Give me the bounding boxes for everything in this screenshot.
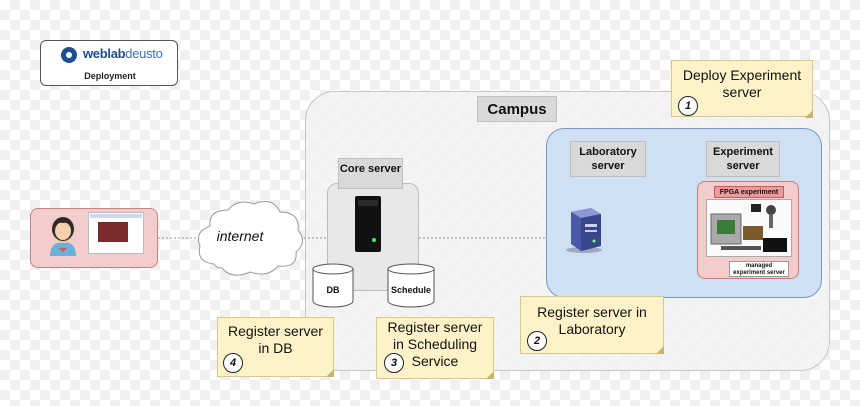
user-icon bbox=[50, 217, 76, 256]
step-number-4: 4 bbox=[223, 353, 243, 373]
step-note-4-text: Register server in DB bbox=[228, 323, 323, 356]
step-number-1: 1 bbox=[678, 96, 698, 116]
server-tower-icon bbox=[355, 196, 381, 252]
db-label: DB bbox=[326, 285, 340, 295]
managed-experiment-server-label: managed experiment server bbox=[729, 261, 789, 277]
fpga-photo bbox=[706, 199, 792, 257]
experiment-server-label: Experiment server bbox=[706, 141, 780, 177]
lab-server-icon bbox=[566, 208, 602, 253]
note-1-fold bbox=[805, 110, 813, 118]
step-note-1-text: Deploy Experiment server bbox=[682, 67, 802, 100]
browser-toolbar bbox=[90, 214, 142, 218]
core-server-label: Core server bbox=[338, 158, 403, 189]
fpga-experiment-label: FPGA experiment bbox=[714, 186, 784, 198]
note-3-fold bbox=[486, 371, 494, 379]
step-number-2: 2 bbox=[527, 331, 547, 351]
note-2-fold bbox=[656, 346, 664, 354]
step-number-3: 3 bbox=[384, 353, 404, 373]
internet-label: internet bbox=[216, 228, 264, 244]
note-4-fold bbox=[326, 369, 334, 377]
schedule-label: Schedule bbox=[390, 285, 431, 295]
laboratory-server-label: Laboratory server bbox=[570, 141, 646, 177]
fpga-board-icon bbox=[710, 204, 787, 252]
browser-content-image bbox=[98, 222, 128, 242]
